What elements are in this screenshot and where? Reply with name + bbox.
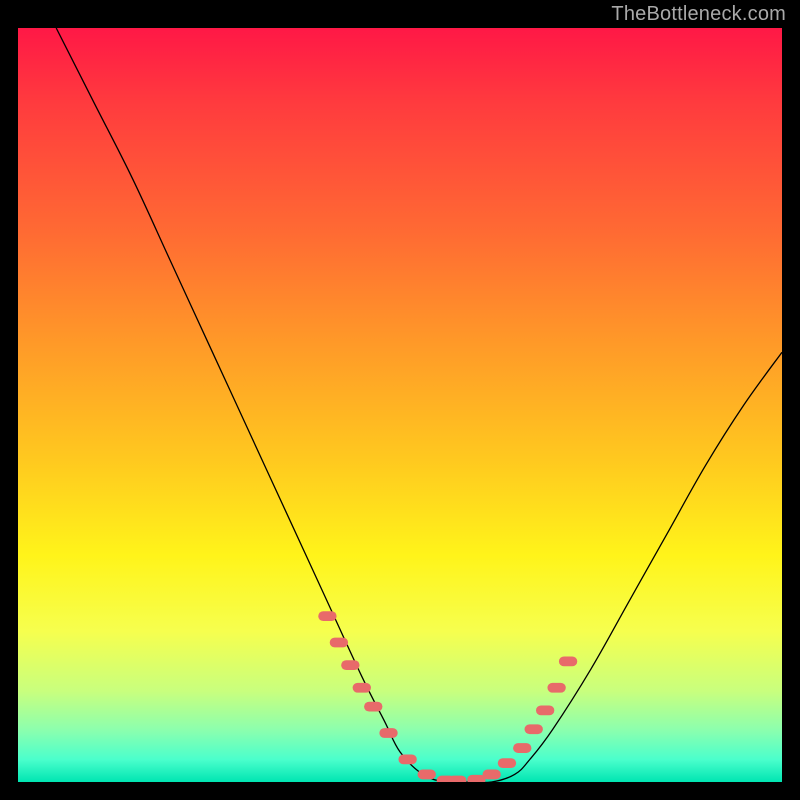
highlight-dot [448,776,466,782]
highlight-dot [353,683,371,693]
highlight-dot [559,656,577,666]
highlight-dot [498,758,516,768]
gradient-plot-area [18,28,782,782]
highlight-dot-group [318,611,577,782]
highlight-dot [364,702,382,712]
highlight-dot [418,770,436,780]
highlight-dot [483,770,501,780]
bottleneck-curve [56,28,782,782]
highlight-dot [547,683,565,693]
highlight-dot [379,728,397,738]
chart-svg [18,28,782,782]
highlight-dot [318,611,336,621]
highlight-dot [525,724,543,734]
highlight-dot [513,743,531,753]
watermark-text: TheBottleneck.com [611,3,786,26]
chart-frame: TheBottleneck.com [0,0,800,800]
highlight-dot [341,660,359,670]
highlight-dot [398,754,416,764]
highlight-dot [536,705,554,715]
highlight-dot [330,638,348,648]
